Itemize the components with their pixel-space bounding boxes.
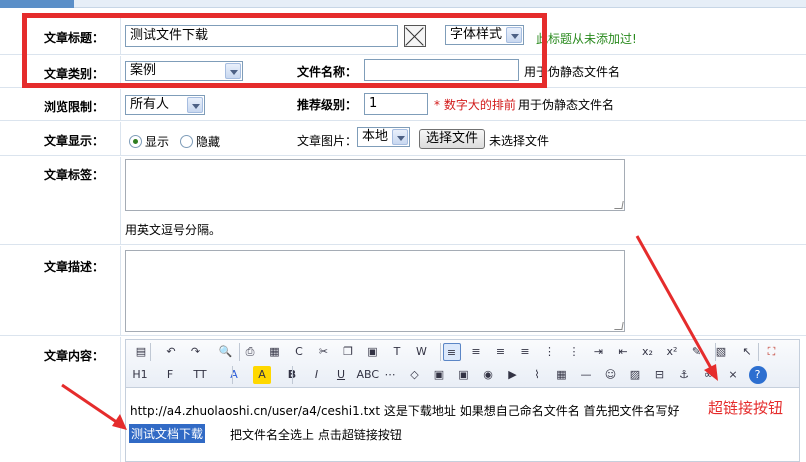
- annotation-arrows: [61, 235, 718, 430]
- arrow-to-selection: [61, 383, 119, 425]
- arrowhead-link: [704, 364, 718, 381]
- arrow-to-link-icon: [635, 235, 714, 371]
